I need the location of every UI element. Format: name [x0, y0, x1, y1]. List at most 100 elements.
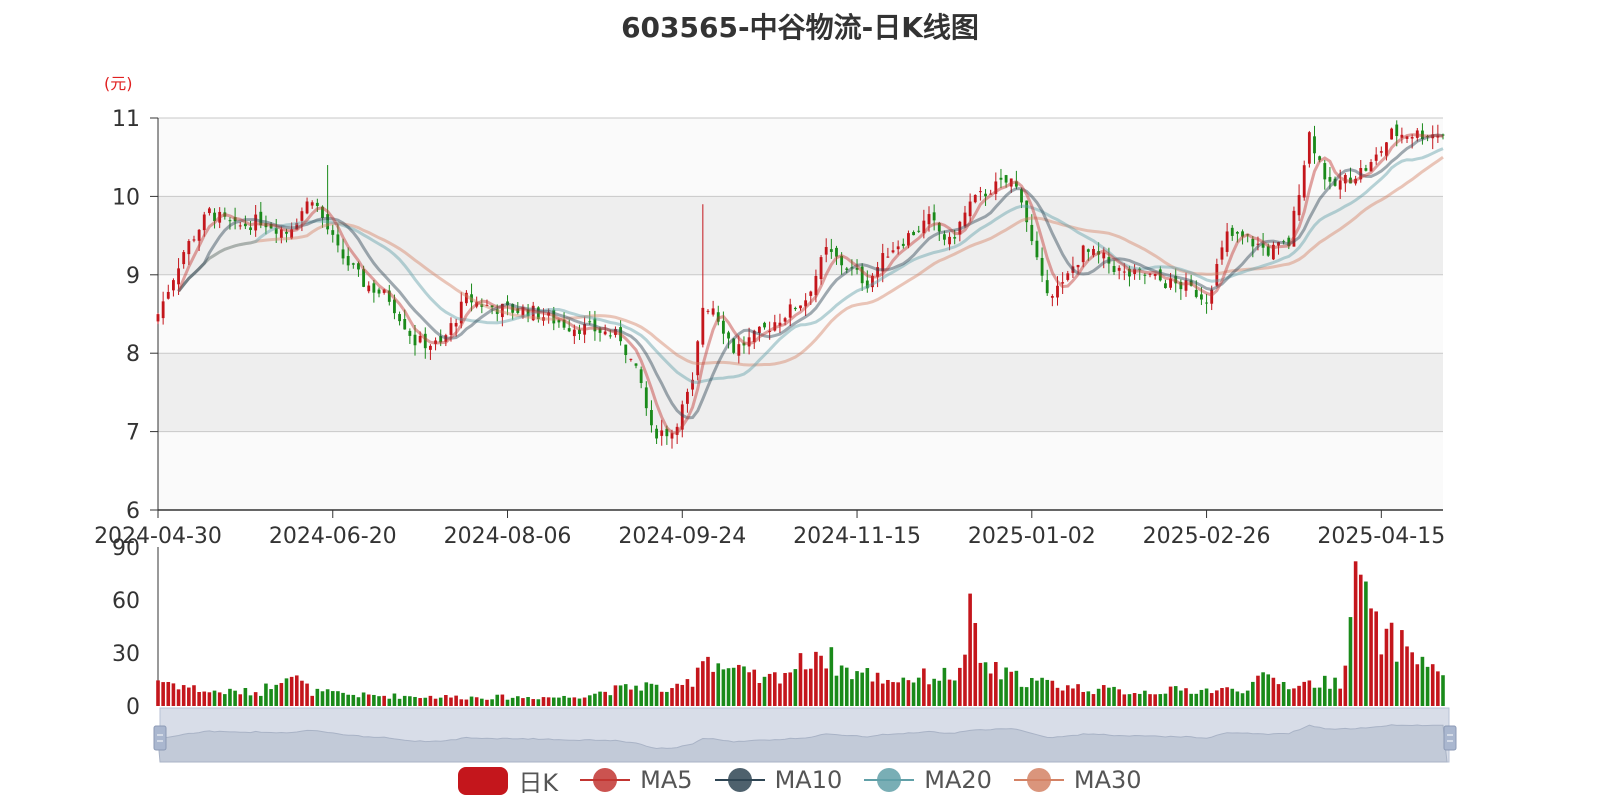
volume-bar: [1251, 681, 1255, 706]
candle-body: [1200, 294, 1203, 300]
kline-chart[interactable]: 67891011 2024-04-30 2024-06-20 2024-08-06 2…: [0, 0, 1600, 800]
volume-bar: [1353, 561, 1358, 706]
candle-body: [331, 230, 335, 235]
candle-body: [300, 211, 304, 221]
volume-bar: [1163, 693, 1168, 706]
volume-bar: [1158, 694, 1163, 706]
data-zoom-slider[interactable]: [153, 707, 1457, 763]
candle-body: [896, 246, 900, 250]
volume-bar: [305, 683, 309, 706]
volume-bar: [994, 661, 998, 706]
volume-bar: [629, 689, 633, 706]
legend-item-ma5[interactable]: MA5: [580, 765, 693, 795]
volume-bar: [788, 672, 793, 706]
candle-body: [192, 239, 196, 241]
volume-bar: [778, 683, 782, 706]
candle-body: [1225, 231, 1229, 252]
legend-item-kline[interactable]: 日K: [458, 763, 558, 798]
volume-bar: [958, 667, 962, 706]
candle-body: [1061, 282, 1065, 284]
volume-bar: [387, 698, 392, 706]
candle-body: [1205, 302, 1208, 304]
candle-body: [783, 318, 787, 322]
candle-body: [1081, 245, 1085, 263]
volume-bar: [1050, 680, 1055, 706]
volume-bar: [752, 669, 757, 706]
volume-bar: [423, 697, 428, 706]
volume-bar: [1189, 693, 1193, 706]
candle-body: [835, 247, 838, 257]
candle-body: [1035, 240, 1039, 258]
legend-label: 日K: [518, 768, 559, 797]
candle-body: [1143, 274, 1147, 276]
candle-body: [886, 256, 890, 258]
volume-bar: [1071, 688, 1075, 706]
volume-bar: [485, 699, 489, 706]
volume-bar: [500, 694, 505, 706]
volume-bar: [372, 694, 376, 706]
volume-bar: [1132, 693, 1137, 706]
volume-bar: [1276, 684, 1281, 706]
candle-body: [701, 307, 705, 345]
volume-bar: [1287, 689, 1291, 706]
candle-body: [1220, 247, 1224, 260]
price-tick-label: 6: [126, 499, 140, 524]
volume-tick-label: 90: [112, 536, 140, 561]
volume-bar: [408, 696, 412, 706]
zoom-handle[interactable]: [153, 725, 167, 751]
volume-bar: [572, 697, 577, 706]
volume-bar: [1220, 688, 1224, 706]
volume-bar: [1256, 675, 1260, 706]
candle-body: [1020, 189, 1023, 203]
volume-bar: [819, 655, 823, 706]
x-tick-label: 2024-11-15: [793, 524, 921, 549]
volume-bar: [1394, 661, 1399, 706]
candle-body: [891, 250, 895, 253]
volume-bar: [1292, 688, 1296, 706]
volume-bar: [803, 669, 808, 706]
volume-bar: [320, 691, 325, 706]
volume-bar: [665, 691, 669, 706]
volume-bar: [783, 672, 787, 706]
volume-bar: [911, 682, 916, 706]
volume-bar: [1096, 688, 1101, 706]
candle-body: [1307, 132, 1311, 164]
price-tick-label: 7: [126, 421, 140, 446]
volume-bar: [623, 684, 628, 706]
volume-bar: [176, 689, 181, 706]
candle-body: [156, 314, 160, 322]
volume-bar: [978, 662, 983, 706]
candle-body: [1410, 137, 1414, 139]
candle-body: [655, 428, 658, 439]
kline-legend-icon: [458, 765, 509, 795]
candle-body: [711, 308, 715, 315]
volume-bar: [1384, 628, 1389, 706]
volume-bar: [495, 694, 500, 706]
candle-body: [984, 193, 987, 197]
volume-bars[interactable]: [156, 561, 1445, 706]
volume-bar: [670, 688, 674, 706]
volume-bar: [541, 697, 546, 706]
candle-body: [567, 328, 571, 332]
legend-item-ma10[interactable]: MA10: [714, 765, 842, 795]
volume-bar: [197, 691, 201, 706]
volume-bar: [1425, 666, 1430, 706]
volume-bar: [947, 679, 952, 706]
candle-body: [238, 225, 242, 227]
volume-bar: [207, 692, 212, 706]
legend-item-ma30[interactable]: MA30: [1013, 765, 1142, 795]
volume-bar: [531, 699, 536, 706]
volume-y-axis: 0 30 60 90: [112, 536, 159, 720]
volume-bar: [181, 685, 186, 706]
volume-bar: [855, 671, 859, 706]
volume-bar: [166, 681, 171, 706]
candle-body: [1230, 227, 1234, 236]
candle-body: [207, 208, 211, 214]
zoom-handle[interactable]: [1443, 725, 1457, 751]
candle-body: [819, 257, 823, 280]
volume-tick-label: 0: [126, 695, 140, 720]
volume-bar: [341, 692, 345, 706]
candle-body: [824, 247, 828, 255]
volume-bar: [1209, 693, 1214, 706]
legend-item-ma20[interactable]: MA20: [864, 765, 992, 795]
